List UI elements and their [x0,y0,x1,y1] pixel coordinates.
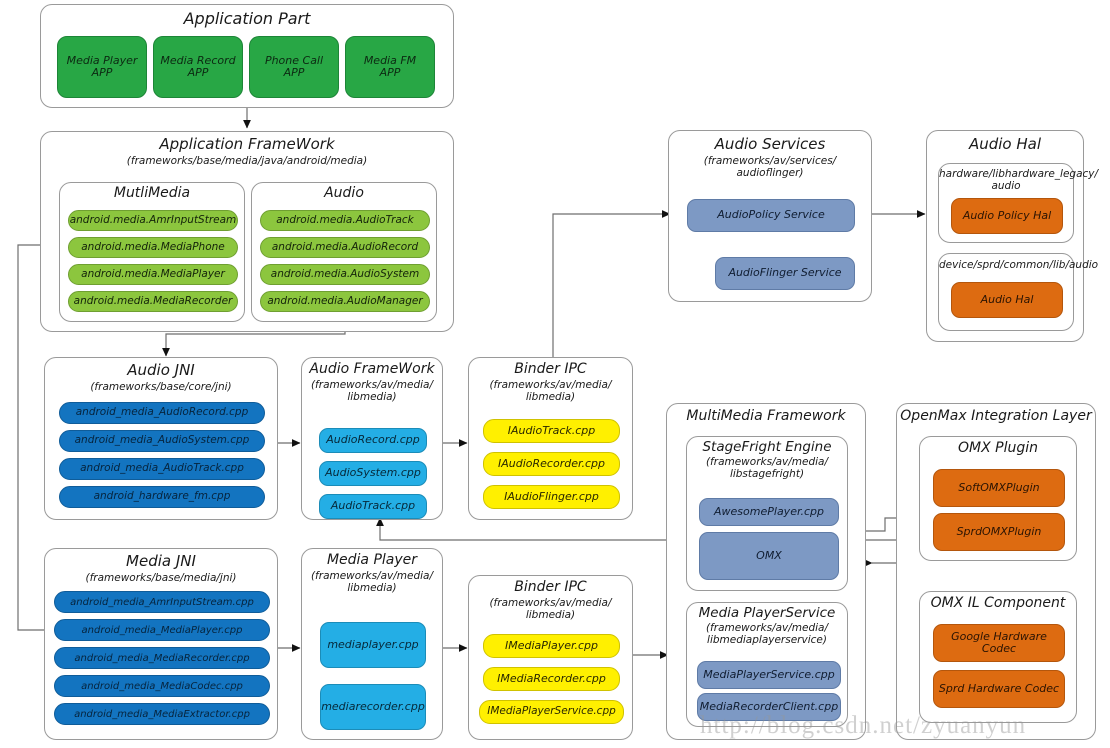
application-part-title: Application Part [183,9,311,28]
audio-framework-title: Audio FrameWork [309,361,435,377]
binder-media-item-imediaplayerservice[interactable]: IMediaPlayerService.cpp [479,700,624,724]
audio-policy-hal[interactable]: Audio Policy Hal [951,198,1063,234]
omx-il-item-sprd-codec[interactable]: Sprd Hardware Codec [933,670,1065,708]
omx-il-component-title: OMX IL Component [930,595,1066,611]
audio-services-title: Audio Services [714,135,826,153]
audio-hal-title: Audio Hal [968,135,1042,153]
application-framework-group: Application FrameWork (frameworks/base/m… [40,131,454,332]
binder-ipc-audio-group: Binder IPC (frameworks/av/media/ libmedi… [468,357,633,520]
audio-jni-item-audiotrack[interactable]: android_media_AudioTrack.cpp [59,458,265,480]
app-media-player[interactable]: Media Player APP [57,36,147,98]
audio-hal-legacy-path: hardware/libhardware_legacy/ audio [939,168,1099,193]
media-player-service-subgroup: Media PlayerService (frameworks/av/media… [686,602,848,727]
audio-hal-device-path: device/sprd/common/lib/audio [939,259,1099,271]
omx-plugin-title: OMX Plugin [958,440,1038,456]
binder-ipc-audio-path: (frameworks/av/media/ libmedia) [489,378,612,403]
multimedia-title: MutliMedia [113,185,191,201]
binder-audio-item-iaudiorecorder[interactable]: IAudioRecorder.cpp [483,452,620,476]
binder-audio-item-iaudioflinger[interactable]: IAudioFlinger.cpp [483,485,620,509]
media-player-title: Media Player [326,552,418,568]
audio-jni-item-audiosystem[interactable]: android_media_AudioSystem.cpp [59,430,265,452]
omx-plugin-item-sprdomxplugin[interactable]: SprdOMXPlugin [933,513,1065,551]
media-jni-group: Media JNI (frameworks/base/media/jni) an… [44,548,278,740]
multimedia-item-mediaphone[interactable]: android.media.MediaPhone [68,237,238,258]
audio-framework-item-audiosystem[interactable]: AudioSystem.cpp [319,461,427,486]
audio-framework-path: (frameworks/av/media/ libmedia) [310,378,434,403]
audio-framework-item-audiotrack[interactable]: AudioTrack.cpp [319,494,427,519]
media-player-item-mediarecorder[interactable]: mediarecorder.cpp [320,684,426,730]
audio-jni-title: Audio JNI [127,361,195,379]
stagefright-item-omx[interactable]: OMX [699,532,839,580]
binder-ipc-media-path: (frameworks/av/media/ libmedia) [489,596,612,621]
audio-services-path: (frameworks/av/services/ audioflinger) [703,154,837,179]
audio-hal-device-subgroup: device/sprd/common/lib/audio Audio Hal [938,253,1099,331]
media-jni-path: (frameworks/base/media/jni) [85,571,237,584]
application-framework-path: (frameworks/base/media/java/android/medi… [126,154,368,167]
audio-hal-group: Audio Hal hardware/libhardware_legacy/ a… [926,130,1099,342]
audio-item-audiosystem[interactable]: android.media.AudioSystem [260,264,430,285]
multimedia-framework-group: MultiMedia Framework StageFright Engine … [666,403,866,740]
mps-item-mediarecorderclient[interactable]: MediaRecorderClient.cpp [697,693,841,721]
binder-ipc-media-title: Binder IPC [514,579,587,595]
media-player-service-path: (frameworks/av/media/ libmediaplayerserv… [705,622,829,647]
omx-plugin-item-softomxplugin[interactable]: SoftOMXPlugin [933,469,1065,507]
audio-hal-box[interactable]: Audio Hal [951,282,1063,318]
mps-item-mediaplayerservice[interactable]: MediaPlayerService.cpp [697,661,841,689]
audio-jni-group: Audio JNI (frameworks/base/core/jni) and… [44,357,278,520]
audio-hal-legacy-subgroup: hardware/libhardware_legacy/ audio Audio… [938,163,1099,243]
media-player-group: Media Player (frameworks/av/media/ libme… [301,548,443,740]
audio-framework-item-audiorecord[interactable]: AudioRecord.cpp [319,428,427,453]
openmax-group: OpenMax Integration Layer OMX Plugin Sof… [896,403,1096,740]
media-jni-item-mediacodec[interactable]: android_media_MediaCodec.cpp [54,675,270,697]
media-player-path: (frameworks/av/media/ libmedia) [310,569,434,594]
stagefright-item-awesomeplayer[interactable]: AwesomePlayer.cpp [699,498,839,526]
binder-media-item-imediarecorder[interactable]: IMediaRecorder.cpp [483,667,620,691]
audio-item-audiomanager[interactable]: android.media.AudioManager [260,291,430,312]
omx-il-component-subgroup: OMX IL Component Google Hardware Codec S… [919,591,1077,723]
omx-plugin-subgroup: OMX Plugin SoftOMXPlugin SprdOMXPlugin [919,436,1077,561]
media-jni-title: Media JNI [126,552,196,570]
media-player-item-mediaplayer[interactable]: mediaplayer.cpp [320,622,426,668]
binder-media-item-imediaplayer[interactable]: IMediaPlayer.cpp [483,634,620,658]
omx-il-item-google-codec[interactable]: Google Hardware Codec [933,624,1065,662]
multimedia-item-amrinputstream[interactable]: android.media.AmrInputStream [68,210,238,231]
media-player-service-title: Media PlayerService [698,605,836,621]
stagefright-path: (frameworks/av/media/ libstagefright) [705,456,829,481]
audio-jni-item-hardwarefm[interactable]: android_hardware_fm.cpp [59,486,265,508]
multimedia-framework-title: MultiMedia Framework [686,408,846,424]
audio-services-group: Audio Services (frameworks/av/services/ … [668,130,872,302]
media-jni-item-amrinputstream[interactable]: android_media_AmrInputStream.cpp [54,591,270,613]
multimedia-subgroup: MutliMedia android.media.AmrInputStream … [59,182,245,322]
binder-ipc-media-group: Binder IPC (frameworks/av/media/ libmedi… [468,575,633,740]
audio-jni-item-audiorecord[interactable]: android_media_AudioRecord.cpp [59,402,265,424]
media-jni-item-mediaplayer[interactable]: android_media_MediaPlayer.cpp [54,619,270,641]
binder-ipc-audio-title: Binder IPC [514,361,587,377]
openmax-title: OpenMax Integration Layer [900,408,1092,424]
stagefright-title: StageFright Engine [702,439,832,455]
audio-item-audiorecord[interactable]: android.media.AudioRecord [260,237,430,258]
audio-flinger-service[interactable]: AudioFlinger Service [715,257,855,290]
audio-jni-path: (frameworks/base/core/jni) [90,380,232,393]
media-jni-item-mediarecorder[interactable]: android_media_MediaRecorder.cpp [54,647,270,669]
audio-subgroup: Audio android.media.AudioTrack android.m… [251,182,437,322]
binder-audio-item-iaudiotrack[interactable]: IAudioTrack.cpp [483,419,620,443]
app-media-record[interactable]: Media Record APP [153,36,243,98]
audio-item-audiotrack[interactable]: android.media.AudioTrack [260,210,430,231]
application-part-group: Application Part Media Player APP Media … [40,4,454,108]
media-jni-item-mediaextractor[interactable]: android_media_MediaExtractor.cpp [54,703,270,725]
app-phone-call[interactable]: Phone Call APP [249,36,339,98]
multimedia-item-mediarecorder[interactable]: android.media.MediaRecorder [68,291,238,312]
multimedia-item-mediaplayer[interactable]: android.media.MediaPlayer [68,264,238,285]
stagefright-subgroup: StageFright Engine (frameworks/av/media/… [686,436,848,591]
audio-title: Audio [324,185,364,201]
architecture-diagram: Application Part Media Player APP Media … [0,0,1110,748]
application-framework-title: Application FrameWork [159,135,335,153]
audio-policy-service[interactable]: AudioPolicy Service [687,199,855,232]
audio-framework-group: Audio FrameWork (frameworks/av/media/ li… [301,357,443,520]
app-media-fm[interactable]: Media FM APP [345,36,435,98]
